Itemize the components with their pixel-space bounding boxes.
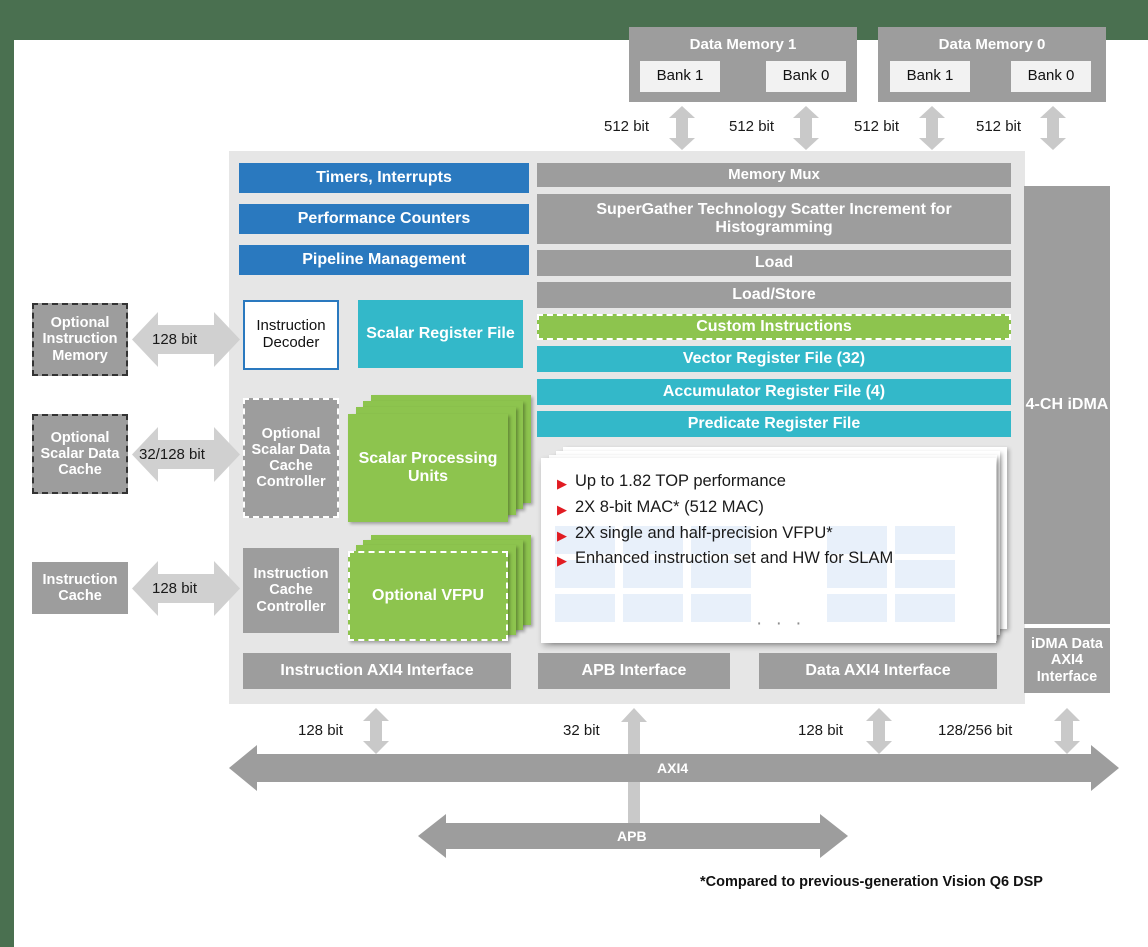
card-ellipsis: · · · (756, 613, 806, 634)
block-4ch-idma: 4-CH iDMA (1024, 186, 1110, 624)
memory-bit-label-1b: 512 bit (729, 118, 775, 135)
interface-apb: APB Interface (538, 653, 730, 689)
block-optional-scalar-data-cache-controller: Optional Scalar Data Cache Controller (243, 398, 339, 518)
block-optional-scalar-data-cache: Optional Scalar Data Cache (32, 414, 128, 494)
bullet-triangle-icon: ▶ (557, 553, 567, 569)
bullet-text: 2X single and half-precision VFPU* (575, 523, 833, 542)
features-card-front: ▶ Up to 1.82 TOP performance ▶ 2X 8-bit … (541, 458, 996, 643)
bullet-item: ▶ 2X single and half-precision VFPU* (557, 524, 988, 544)
bus-apb-label: APB (617, 828, 647, 844)
bit-label-instruction-cache: 128 bit (152, 580, 198, 597)
bullet-item: ▶ 2X 8-bit MAC* (512 MAC) (557, 498, 988, 518)
memory-arrow-1-bank1 (669, 106, 695, 150)
bullet-triangle-icon: ▶ (557, 476, 567, 491)
bullet-text: Enhanced instruction set and HW for SLAM (575, 549, 894, 568)
bullet-text: 2X 8-bit MAC* (512 MAC) (575, 497, 764, 516)
block-scalar-register-file: Scalar Register File (358, 300, 523, 368)
block-instruction-cache: Instruction Cache (32, 562, 128, 614)
data-memory-0-bank-1: Bank 1 (890, 61, 970, 92)
block-idma-data-axi4-interface: iDMA Data AXI4 Interface (1024, 628, 1110, 693)
bit-label-instruction-axi4: 128 bit (298, 722, 344, 739)
row-load: Load (537, 250, 1011, 276)
bit-label-data-axi4: 128 bit (798, 722, 844, 739)
row-supergather-technology: SuperGather Technology Scatter Increment… (537, 194, 1011, 244)
memory-bit-label-0b: 512 bit (976, 118, 1022, 135)
bus-axi4-label: AXI4 (657, 760, 689, 776)
bit-label-scalar-data-cache: 32/128 bit (139, 446, 205, 463)
bit-label-apb: 32 bit (563, 722, 600, 739)
data-memory-0-bank-0: Bank 0 (1011, 61, 1091, 92)
memory-arrow-0-bank0 (1040, 106, 1066, 150)
bullet-item: ▶ Enhanced instruction set and HW for SL… (557, 549, 988, 569)
row-custom-instructions: Custom Instructions (537, 314, 1011, 340)
bit-label-idma: 128/256 bit (938, 722, 1013, 739)
memory-bit-label-1a: 512 bit (604, 118, 650, 135)
stack-scalar-processing-units: Scalar Processing Units (348, 395, 533, 525)
block-optional-instruction-memory: Optional Instruction Memory (32, 303, 128, 376)
row-vector-register-file: Vector Register File (32) (537, 346, 1011, 372)
data-memory-1-title: Data Memory 1 (689, 36, 797, 53)
block-instruction-decoder: Instruction Decoder (243, 300, 339, 370)
block-timers-interrupts: Timers, Interrupts (239, 163, 529, 193)
bullet-text: Up to 1.82 TOP performance (575, 472, 786, 490)
block-optional-vfpu: Optional VFPU (348, 551, 508, 641)
features-bullet-list: ▶ Up to 1.82 TOP performance ▶ 2X 8-bit … (557, 472, 988, 575)
data-memory-0-title: Data Memory 0 (938, 36, 1046, 53)
data-memory-1-bank-1: Bank 1 (640, 61, 720, 92)
memory-bit-label-0a: 512 bit (854, 118, 900, 135)
memory-arrow-0-bank1 (919, 106, 945, 150)
features-callout: ▶ Up to 1.82 TOP performance ▶ 2X 8-bit … (541, 447, 1007, 643)
interface-data-axi4: Data AXI4 Interface (759, 653, 997, 689)
row-load-store: Load/Store (537, 282, 1011, 308)
interface-instruction-axi4: Instruction AXI4 Interface (243, 653, 511, 689)
memory-arrow-1-bank0 (793, 106, 819, 150)
bullet-item: ▶ Up to 1.82 TOP performance (557, 472, 988, 492)
block-performance-counters: Performance Counters (239, 204, 529, 234)
block-scalar-processing-units: Scalar Processing Units (348, 414, 508, 522)
bit-label-instruction-memory: 128 bit (152, 331, 198, 348)
row-memory-mux: Memory Mux (537, 163, 1011, 187)
row-accumulator-register-file: Accumulator Register File (4) (537, 379, 1011, 405)
bullet-triangle-icon: ▶ (557, 527, 567, 543)
block-instruction-cache-controller: Instruction Cache Controller (243, 548, 339, 633)
block-pipeline-management: Pipeline Management (239, 245, 529, 275)
data-memory-1-bank-0: Bank 0 (766, 61, 846, 92)
stack-optional-vfpu: Optional VFPU (348, 535, 533, 645)
row-predicate-register-file: Predicate Register File (537, 411, 1011, 437)
bullet-triangle-icon: ▶ (557, 501, 567, 517)
diagram-canvas: Data Memory 1 Bank 1 Bank 0 Data Memory … (0, 0, 1148, 947)
footnote: *Compared to previous-generation Vision … (700, 874, 1043, 890)
